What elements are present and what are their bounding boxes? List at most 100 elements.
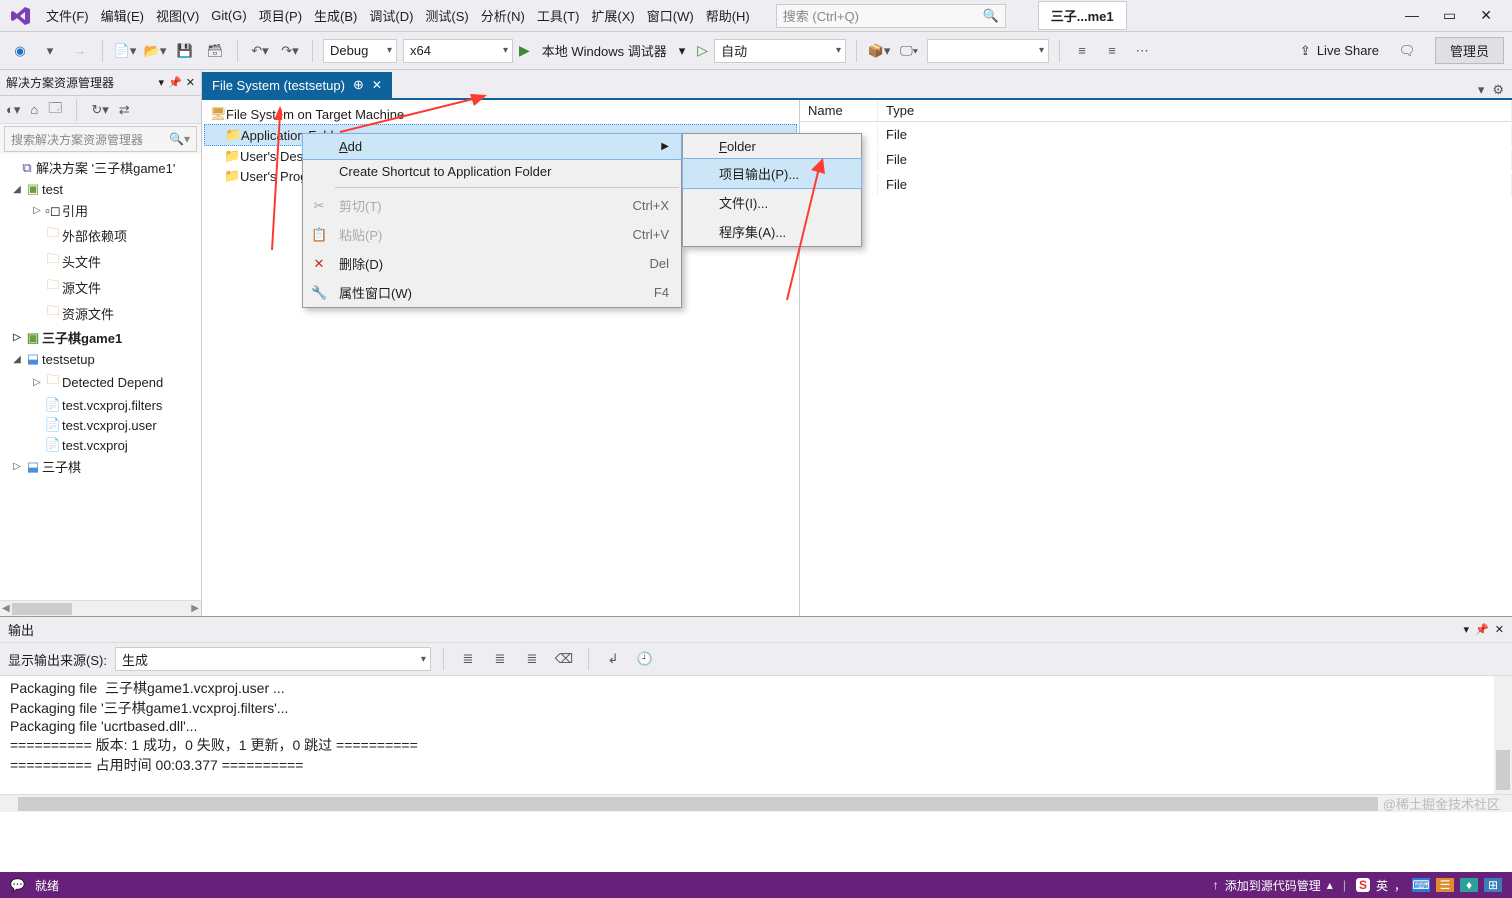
out-nav1-icon[interactable]: ≣ [456,647,480,671]
tab-options-icon[interactable]: ⚙ [1492,82,1504,98]
out-nav2-icon[interactable]: ≣ [488,647,512,671]
forward-arrow[interactable]: → [68,39,92,63]
file-filters-node[interactable]: 📄test.vcxproj.filters [0,395,201,415]
home-icon[interactable]: ⌂ [30,102,38,117]
menu-debug[interactable]: 调试(D) [363,2,419,29]
collapse-icon[interactable]: ⇄ [119,102,130,118]
refresh-icon[interactable]: ↻▾ [91,102,108,118]
detected-deps-node[interactable]: ▷🗀Detected Depend [0,369,201,395]
new-item-button[interactable]: 📄▾ [113,39,137,63]
close-tab-icon[interactable]: ✕ [372,78,382,92]
nav-back-icon[interactable]: ◐▾ [6,102,20,118]
pin-tab-icon[interactable]: ⊕ [353,77,364,93]
ime-lang[interactable]: 英 [1376,877,1388,894]
ime-punct-icon[interactable]: ， [1394,877,1406,894]
menu-git[interactable]: Git(G) [205,4,252,27]
out-clear-icon[interactable]: ⌫ [552,647,576,671]
close-button[interactable]: ✕ [1480,7,1492,24]
menu-window[interactable]: 窗口(W) [641,2,700,29]
pin-icon[interactable]: 📌 [168,76,182,89]
external-deps-node[interactable]: 🗀外部依赖项 [0,222,201,248]
stack-combo[interactable] [927,39,1049,63]
ctx-create-shortcut[interactable]: Create Shortcut to Application Folder [303,159,681,184]
project-sanzi-node[interactable]: ▷⬓三子棋 [0,455,201,478]
col-name-header[interactable]: Name [800,100,878,121]
menu-file[interactable]: 文件(F) [40,2,95,29]
feedback-icon[interactable]: 💬 [10,878,25,892]
platform-combo[interactable]: x64 [403,39,513,63]
ctx-properties[interactable]: 🔧属性窗口(W)F4 [303,278,681,307]
forward-button[interactable]: ▾ [38,39,62,63]
project-setup-node[interactable]: ◢⬓testsetup [0,349,201,369]
out-clock-icon[interactable]: 🕘 [633,647,657,671]
save-all-button[interactable]: 🗃 [203,39,227,63]
fs-root-node[interactable]: 🖥File System on Target Machine [204,104,797,124]
undo-button[interactable]: ↶▾ [248,39,272,63]
redo-button[interactable]: ↷▾ [278,39,302,63]
minimize-button[interactable]: — [1405,7,1419,24]
config-combo[interactable]: Debug [323,39,397,63]
sub-assembly[interactable]: 程序集(A)... [683,217,861,246]
menu-view[interactable]: 视图(V) [150,2,205,29]
menu-project[interactable]: 项目(P) [253,2,308,29]
out-wrap-icon[interactable]: ↲ [601,647,625,671]
ctx-delete[interactable]: ✕删除(D)Del [303,249,681,278]
solution-search-input[interactable]: 搜索解决方案资源管理器 🔍▾ [4,126,197,152]
ctx-add[interactable]: Add▶ [302,133,682,160]
tab-overflow-icon[interactable]: ▾ [1478,82,1485,98]
menu-tools[interactable]: 工具(T) [531,2,586,29]
sub-project-output[interactable]: 项目输出(P)... [682,158,862,189]
file-user-node[interactable]: 📄test.vcxproj.user [0,415,201,435]
fs-file-row-2[interactable]: ...File [800,147,1512,172]
admin-badge[interactable]: 管理员 [1435,37,1504,64]
chevron-up-icon[interactable]: ▴ [1327,878,1333,892]
scope-icon[interactable]: 🗔 [48,99,62,121]
sources-node[interactable]: 🗀源文件 [0,274,201,300]
feedback-button[interactable]: 🗨 [1395,39,1419,63]
sub-file[interactable]: 文件(I)... [683,188,861,217]
tray-icon-4[interactable]: ⊞ [1484,878,1502,892]
outdent-button[interactable]: ≡ [1100,39,1124,63]
source-control-button[interactable]: 添加到源代码管理 [1225,877,1321,894]
out-nav3-icon[interactable]: ≣ [520,647,544,671]
window-button[interactable]: 🖵▾ [897,39,921,63]
start-debug-button[interactable]: ▶ [519,42,530,59]
tab-file-system[interactable]: File System (testsetup) ⊕ ✕ [202,72,392,98]
save-button[interactable]: 💾 [173,39,197,63]
project-test-node[interactable]: ◢▣test [0,179,201,199]
indent-button[interactable]: ≡ [1070,39,1094,63]
solution-node[interactable]: ⧉解决方案 '三子棋game1' [0,156,201,179]
resources-node[interactable]: 🗀资源文件 [0,300,201,326]
output-close-icon[interactable]: ✕ [1495,623,1504,636]
debug-target-label[interactable]: 本地 Windows 调试器 [536,41,673,60]
start-without-debug-button[interactable]: ▷ [697,42,708,59]
back-button[interactable]: ◉ [8,39,32,63]
output-dropdown-icon[interactable]: ▾ [1464,623,1470,636]
menu-edit[interactable]: 编辑(E) [95,2,150,29]
file-vcxproj-node[interactable]: 📄test.vcxproj [0,435,201,455]
tray-icon-3[interactable]: ♦ [1460,878,1478,892]
menu-extensions[interactable]: 扩展(X) [585,2,640,29]
tray-icon-1[interactable]: ⌨ [1412,878,1430,892]
project-game-node[interactable]: ▷▣三子棋game1 [0,326,201,349]
output-vscrollbar[interactable] [1494,676,1512,794]
fs-file-row-1[interactable]: ...File [800,122,1512,147]
ime-badge-icon[interactable]: S [1356,878,1370,892]
sub-folder[interactable]: Folder [683,134,861,159]
references-node[interactable]: ▷▫◻引用 [0,199,201,222]
menu-help[interactable]: 帮助(H) [700,2,756,29]
add-icon[interactable]: ↑ [1213,878,1219,892]
output-text[interactable]: Packaging file 三子棋game1.vcxproj.user ...… [0,676,1512,794]
col-type-header[interactable]: Type [878,100,1512,121]
fs-file-row-3[interactable]: ...File [800,172,1512,197]
dropdown-icon[interactable]: ▾ [159,76,165,89]
output-hscrollbar[interactable] [0,794,1512,812]
output-source-combo[interactable]: 生成 [115,647,431,671]
tray-icon-2[interactable]: ☰ [1436,878,1454,892]
live-share-button[interactable]: ⇪ Live Share [1290,43,1389,59]
open-button[interactable]: 📂▾ [143,39,167,63]
maximize-button[interactable]: ▭ [1443,7,1456,24]
menu-build[interactable]: 生成(B) [308,2,363,29]
close-panel-icon[interactable]: ✕ [186,76,195,89]
menu-analyze[interactable]: 分析(N) [475,2,531,29]
